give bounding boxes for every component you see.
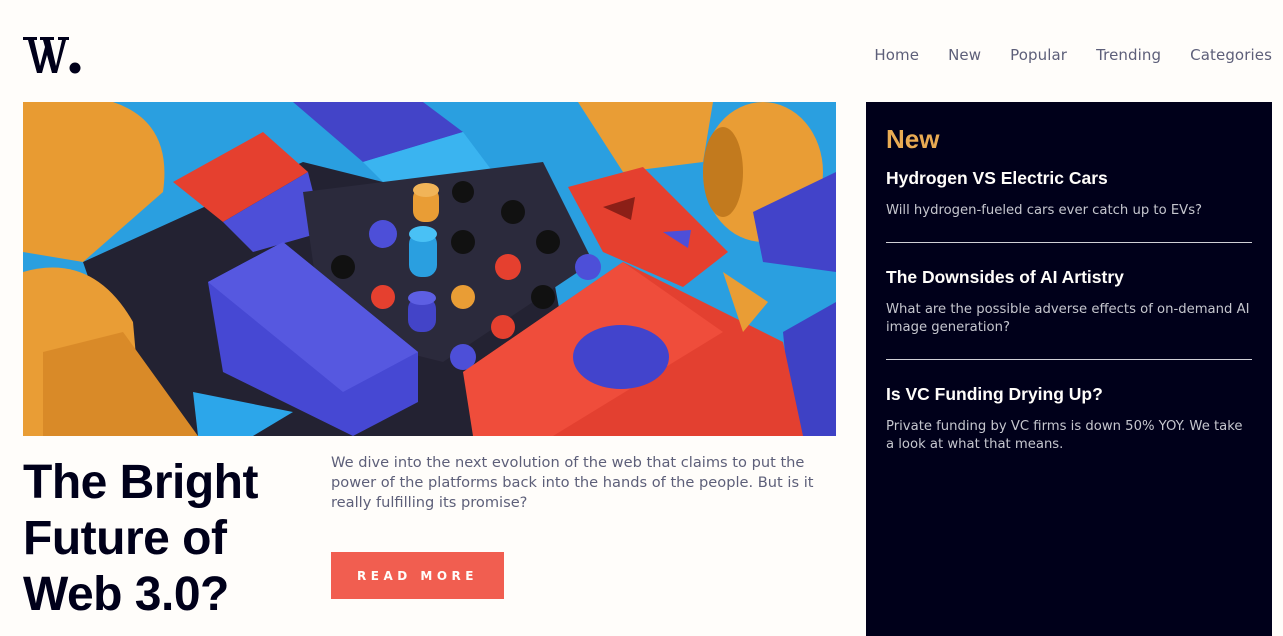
article-headline: The Bright Future of Web 3.0? [23, 455, 313, 623]
news-item[interactable]: The Downsides of AI Artistry What are th… [886, 267, 1252, 337]
news-item-title[interactable]: The Downsides of AI Artistry [886, 267, 1252, 288]
headline-line-2: Future of [23, 512, 227, 565]
news-item[interactable]: Is VC Funding Drying Up? Private funding… [886, 384, 1252, 454]
news-item-title[interactable]: Is VC Funding Drying Up? [886, 384, 1252, 405]
w-logo-icon[interactable] [23, 35, 83, 75]
nav-trending[interactable]: Trending [1096, 46, 1161, 64]
nav-new[interactable]: New [948, 46, 981, 64]
nav-popular[interactable]: Popular [1010, 46, 1067, 64]
hero-image [23, 102, 836, 436]
panel-title: New [886, 124, 940, 154]
abstract-3d-blocks-illustration [23, 102, 836, 436]
headline-line-3: Web 3.0? [23, 568, 229, 621]
read-more-button[interactable]: Read more [331, 552, 504, 599]
news-item-title[interactable]: Hydrogen VS Electric Cars [886, 168, 1252, 189]
news-item-desc: Private funding by VC firms is down 50% … [886, 419, 1243, 452]
divider [886, 242, 1252, 243]
divider [886, 359, 1252, 360]
nav-categories[interactable]: Categories [1190, 46, 1272, 64]
article-description: We dive into the next evolution of the w… [331, 454, 814, 511]
news-item[interactable]: Hydrogen VS Electric Cars Will hydrogen-… [886, 168, 1252, 220]
new-articles-panel: New Hydrogen VS Electric Cars Will hydro… [866, 102, 1272, 636]
main-nav: Home New Popular Trending Categories [874, 46, 1272, 64]
nav-home[interactable]: Home [874, 46, 919, 64]
news-item-desc: Will hydrogen-fueled cars ever catch up … [886, 203, 1203, 218]
headline-line-1: The Bright [23, 456, 258, 509]
news-item-desc: What are the possible adverse effects of… [886, 302, 1250, 335]
